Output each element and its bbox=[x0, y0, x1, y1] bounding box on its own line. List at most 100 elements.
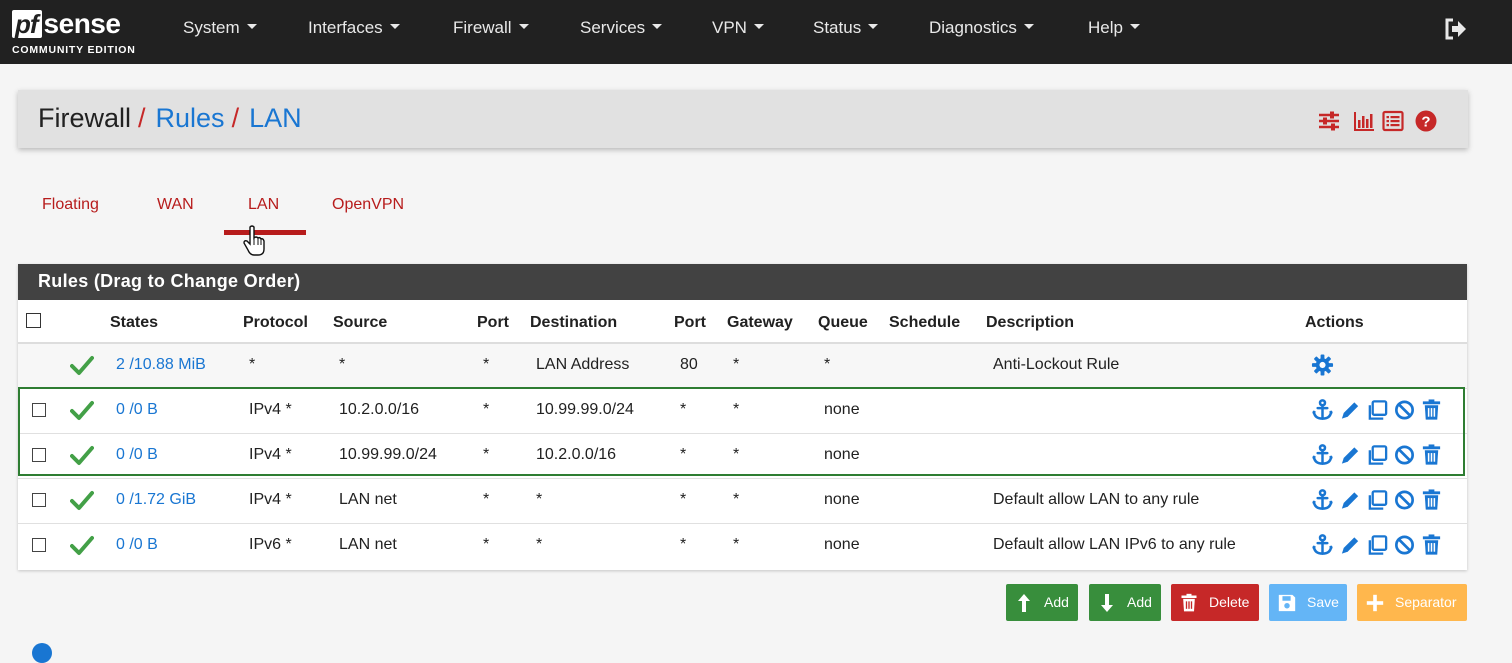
breadcrumb-lan-link[interactable]: LAN bbox=[249, 103, 302, 133]
arrow-up-icon bbox=[1018, 594, 1030, 612]
caret-down-icon bbox=[652, 24, 663, 30]
delete-button[interactable]: Delete bbox=[1171, 584, 1259, 621]
list-icon[interactable] bbox=[1382, 110, 1404, 132]
pencil-icon[interactable] bbox=[1339, 398, 1362, 422]
trash-icon[interactable] bbox=[1420, 488, 1443, 512]
gear-icon[interactable] bbox=[1311, 353, 1334, 377]
nav-menu-label: Services bbox=[580, 18, 646, 37]
source-cell: LAN net bbox=[339, 536, 397, 553]
row-checkbox[interactable] bbox=[32, 403, 46, 417]
dest-port-cell: 80 bbox=[680, 356, 698, 373]
select-all-checkbox[interactable] bbox=[26, 313, 41, 328]
table-row[interactable]: 2 /10.88 MiB * * * LAN Address 80 * * An… bbox=[18, 344, 1467, 389]
ban-icon[interactable] bbox=[1393, 488, 1416, 512]
ban-icon[interactable] bbox=[1393, 443, 1416, 467]
column-header-port: Port bbox=[477, 314, 509, 331]
bar-chart-icon[interactable] bbox=[1353, 110, 1375, 132]
caret-down-icon bbox=[753, 24, 764, 30]
add-rule-top-button[interactable]: Add bbox=[1006, 584, 1078, 621]
source-cell: * bbox=[339, 356, 346, 373]
nav-menu-system[interactable]: System bbox=[183, 18, 257, 38]
add-separator-button[interactable]: Separator bbox=[1357, 584, 1467, 621]
description-cell: Default allow LAN to any rule bbox=[993, 491, 1200, 508]
port-cell: * bbox=[483, 356, 490, 373]
copy-icon[interactable] bbox=[1366, 398, 1389, 422]
nav-menu-label: Interfaces bbox=[308, 18, 383, 37]
copy-icon[interactable] bbox=[1366, 443, 1389, 467]
trash-icon[interactable] bbox=[1420, 443, 1443, 467]
breadcrumb-separator: / bbox=[231, 103, 240, 133]
sliders-icon[interactable] bbox=[1318, 110, 1340, 132]
separator-label: Separator bbox=[1395, 594, 1457, 610]
port-cell: * bbox=[483, 446, 490, 463]
nav-menu-help[interactable]: Help bbox=[1088, 18, 1140, 38]
states-link[interactable]: 2 /10.88 MiB bbox=[116, 356, 206, 374]
column-header-schedule: Schedule bbox=[889, 314, 961, 331]
copy-icon[interactable] bbox=[1366, 488, 1389, 512]
protocol-cell: IPv4 * bbox=[249, 446, 292, 463]
pfsense-logo[interactable]: pf sense COMMUNITY EDITION bbox=[12, 8, 152, 58]
tab-openvpn[interactable]: OpenVPN bbox=[332, 196, 404, 214]
tab-lan[interactable]: LAN bbox=[248, 196, 279, 214]
breadcrumb-separator: / bbox=[138, 103, 146, 133]
column-header-source: Source bbox=[333, 314, 388, 331]
caret-down-icon bbox=[246, 24, 257, 30]
breadcrumb-rules-link[interactable]: Rules bbox=[156, 103, 225, 133]
tab-wan[interactable]: WAN bbox=[157, 196, 194, 214]
breadcrumb-panel: Firewall / Rules / LAN ? bbox=[18, 90, 1468, 148]
states-link[interactable]: 0 /0 B bbox=[116, 401, 158, 419]
row-checkbox[interactable] bbox=[32, 493, 46, 507]
rules-panel-title: Rules (Drag to Change Order) bbox=[38, 271, 301, 291]
top-navbar: pf sense COMMUNITY EDITION System Interfa… bbox=[0, 0, 1512, 64]
pencil-icon[interactable] bbox=[1339, 533, 1362, 557]
table-row[interactable]: 0 /0 B IPv4 * 10.2.0.0/16 * 10.99.99.0/2… bbox=[18, 389, 1467, 434]
caret-down-icon bbox=[868, 24, 879, 30]
states-link[interactable]: 0 /1.72 GiB bbox=[116, 491, 196, 509]
ban-icon[interactable] bbox=[1393, 533, 1416, 557]
nav-menu-interfaces[interactable]: Interfaces bbox=[308, 18, 400, 38]
check-icon bbox=[70, 534, 94, 556]
tab-floating[interactable]: Floating bbox=[42, 196, 99, 214]
port-cell: * bbox=[483, 491, 490, 508]
add-bottom-label: Add bbox=[1127, 594, 1152, 610]
save-label: Save bbox=[1307, 594, 1339, 610]
row-checkbox[interactable] bbox=[32, 448, 46, 462]
column-header-queue: Queue bbox=[818, 314, 868, 331]
trash-icon[interactable] bbox=[1420, 533, 1443, 557]
ban-icon[interactable] bbox=[1393, 398, 1416, 422]
nav-menu-firewall[interactable]: Firewall bbox=[453, 18, 529, 38]
help-icon[interactable]: ? bbox=[1415, 110, 1437, 132]
gateway-cell: * bbox=[733, 401, 740, 418]
anchor-icon[interactable] bbox=[1311, 443, 1334, 467]
column-header-description: Description bbox=[986, 314, 1075, 331]
anchor-icon[interactable] bbox=[1311, 533, 1334, 557]
caret-down-icon bbox=[518, 24, 529, 30]
nav-menu-vpn[interactable]: VPN bbox=[712, 18, 764, 38]
copy-icon[interactable] bbox=[1366, 533, 1389, 557]
states-link[interactable]: 0 /0 B bbox=[116, 536, 158, 554]
nav-menu-services[interactable]: Services bbox=[580, 18, 663, 38]
table-row[interactable]: 0 /1.72 GiB IPv4 * LAN net * * * * none … bbox=[18, 479, 1467, 524]
info-icon[interactable] bbox=[32, 643, 52, 663]
row-checkbox[interactable] bbox=[32, 538, 46, 552]
breadcrumb: Firewall / Rules / LAN bbox=[38, 103, 302, 134]
dest-port-cell: * bbox=[680, 491, 687, 508]
protocol-cell: * bbox=[249, 356, 256, 373]
column-header-states: States bbox=[110, 314, 159, 331]
anchor-icon[interactable] bbox=[1311, 488, 1334, 512]
add-rule-bottom-button[interactable]: Add bbox=[1089, 584, 1161, 621]
trash-icon[interactable] bbox=[1420, 398, 1443, 422]
sign-out-icon[interactable] bbox=[1444, 18, 1468, 40]
save-button[interactable]: Save bbox=[1269, 584, 1347, 621]
pencil-icon[interactable] bbox=[1339, 488, 1362, 512]
source-cell: LAN net bbox=[339, 491, 397, 508]
nav-menu-status[interactable]: Status bbox=[813, 18, 879, 38]
anchor-icon[interactable] bbox=[1311, 398, 1334, 422]
table-row[interactable]: 0 /0 B IPv6 * LAN net * * * * none Defau… bbox=[18, 524, 1467, 569]
nav-menu-label: Diagnostics bbox=[929, 18, 1017, 37]
nav-menu-diagnostics[interactable]: Diagnostics bbox=[929, 18, 1034, 38]
states-link[interactable]: 0 /0 B bbox=[116, 446, 158, 464]
destination-cell: LAN Address bbox=[536, 356, 630, 373]
table-row[interactable]: 0 /0 B IPv4 * 10.99.99.0/24 * 10.2.0.0/1… bbox=[18, 434, 1467, 479]
pencil-icon[interactable] bbox=[1339, 443, 1362, 467]
